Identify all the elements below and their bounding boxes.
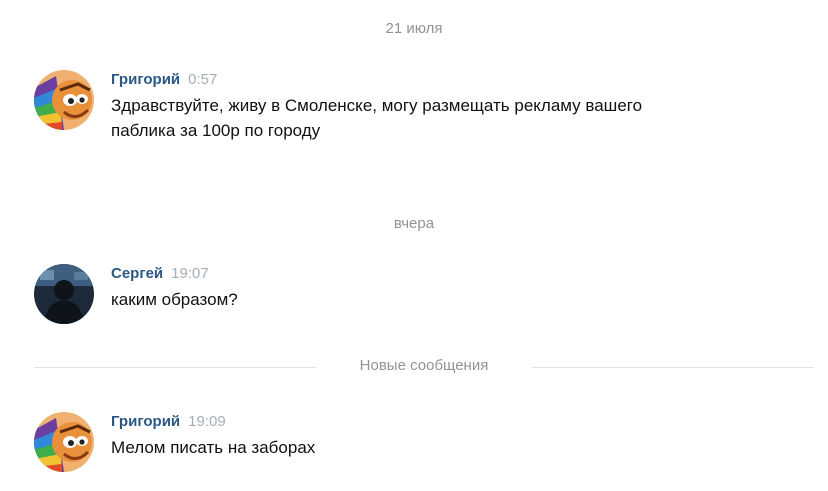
author-name[interactable]: Григорий	[111, 71, 180, 88]
message-text: Здравствуйте, живу в Смоленске, могу раз…	[111, 96, 643, 140]
dark-photo-avatar-icon	[34, 264, 94, 324]
date-separator: 21 июля	[385, 20, 443, 37]
avatar[interactable]	[34, 264, 94, 324]
new-messages-divider: Новые сообщения	[34, 356, 814, 378]
message-text: каким образом?	[111, 290, 238, 309]
author-name[interactable]: Григорий	[111, 413, 180, 430]
message-time[interactable]: 19:09	[188, 413, 226, 430]
message-text: Мелом писать на заборах	[111, 438, 316, 457]
author-name[interactable]: Сергей	[111, 265, 163, 282]
cartoon-face-avatar-icon	[34, 412, 94, 472]
avatar[interactable]	[34, 412, 94, 472]
message-body: Сергей 19:07 каким образом?	[111, 264, 791, 312]
message-header: Сергей 19:07	[111, 264, 791, 284]
new-messages-label: Новые сообщения	[359, 357, 489, 374]
date-separator: вчера	[393, 215, 435, 232]
message-time[interactable]: 0:57	[188, 71, 217, 88]
cartoon-face-avatar-icon	[34, 70, 94, 130]
message-header: Григорий 0:57	[111, 70, 791, 90]
message-time[interactable]: 19:07	[171, 265, 209, 282]
avatar[interactable]	[34, 70, 94, 130]
message-body: Григорий 0:57 Здравствуйте, живу в Смолен…	[111, 70, 791, 143]
message-header: Григорий 19:09	[111, 412, 791, 432]
message-body: Григорий 19:09 Мелом писать на заборах	[111, 412, 791, 460]
